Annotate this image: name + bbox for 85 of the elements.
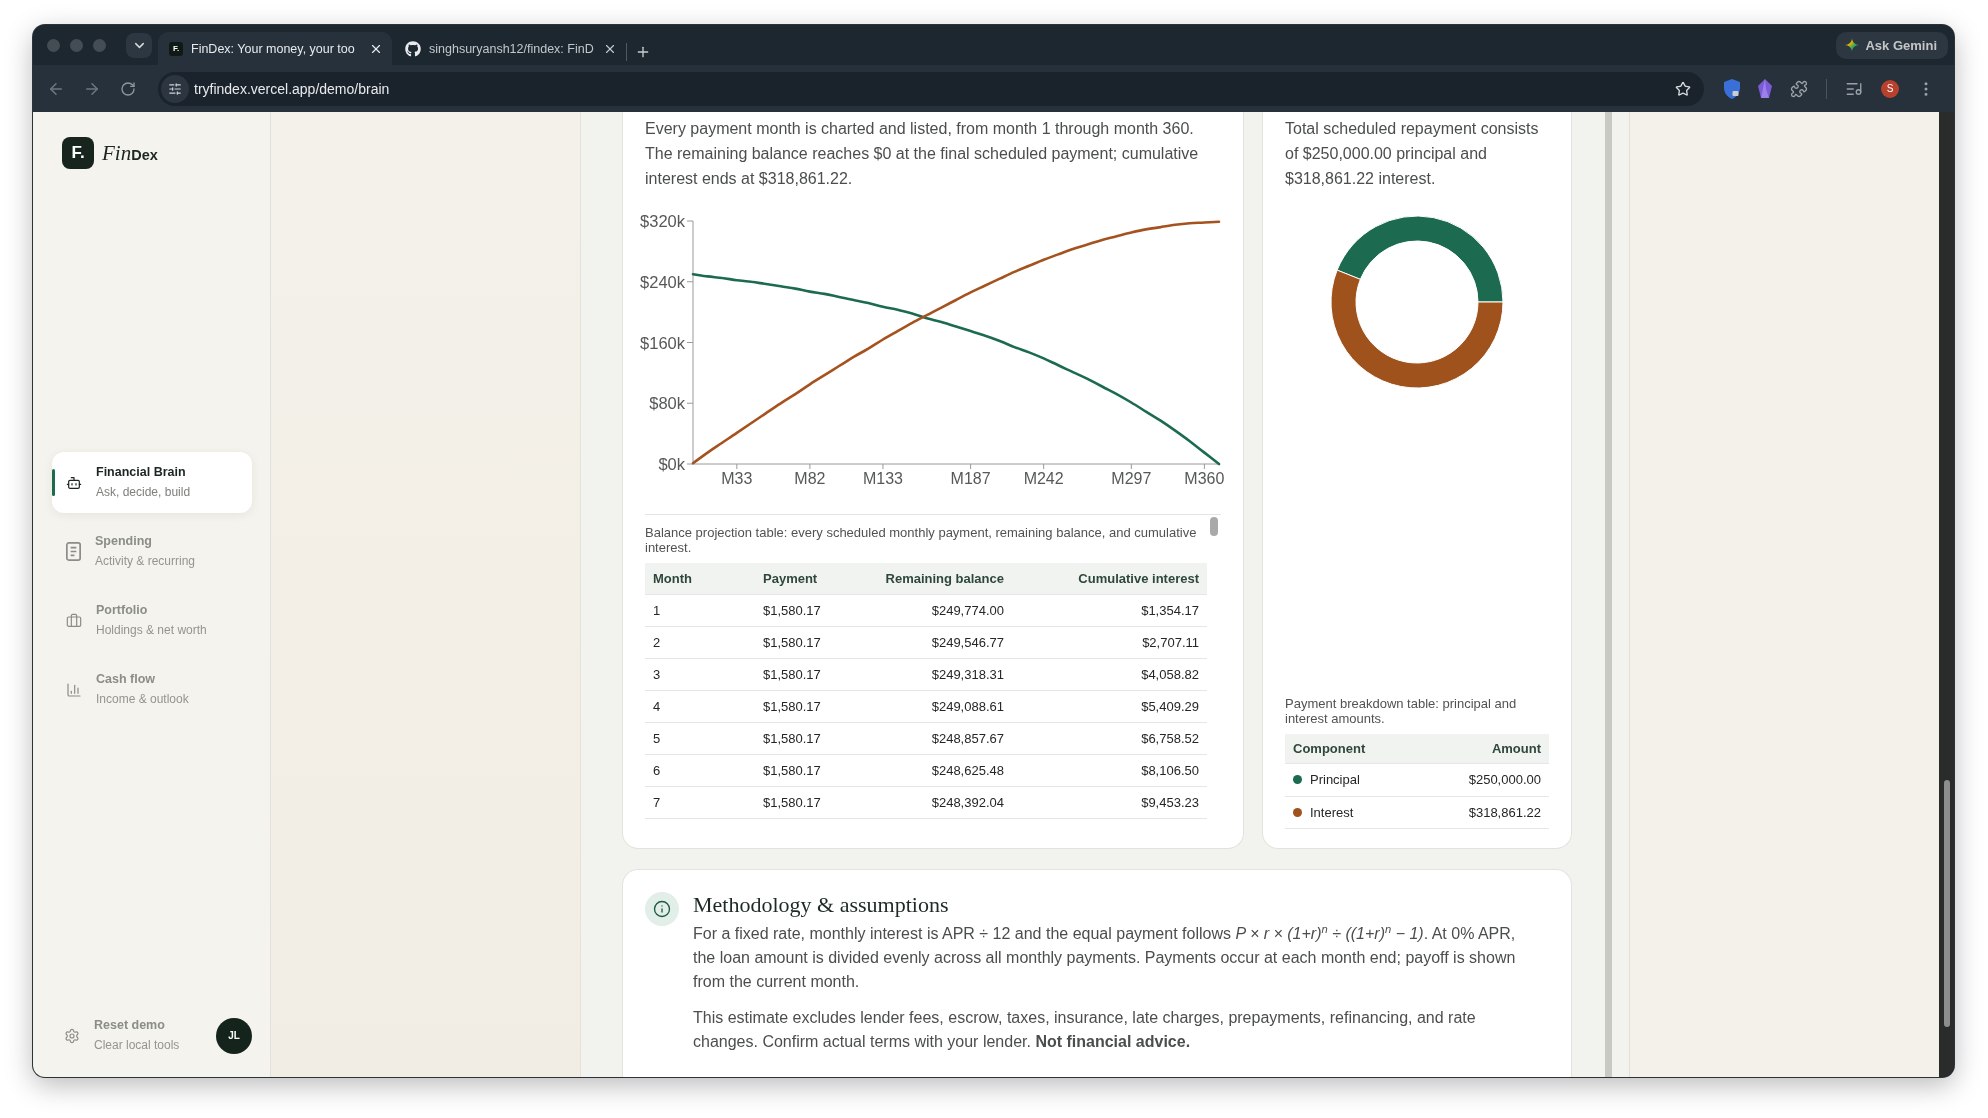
table-cell: $1,580.17 bbox=[755, 786, 860, 818]
table-cell: $250,000.00 bbox=[1417, 763, 1549, 796]
nav-item[interactable]: Financial Brain Ask, decide, build bbox=[52, 452, 252, 513]
table-cell: $248,392.04 bbox=[860, 786, 1012, 818]
axis-label: M187 bbox=[950, 470, 991, 487]
logo-mark: F. bbox=[62, 137, 94, 169]
info-icon bbox=[645, 892, 679, 926]
column-header: Cumulative interest bbox=[1012, 563, 1207, 594]
table-cell: $1,354.17 bbox=[1012, 594, 1207, 626]
shield-icon[interactable] bbox=[1724, 78, 1740, 99]
logo-wordmark: FinDex bbox=[102, 140, 158, 166]
table-cell: $249,318.31 bbox=[860, 658, 1012, 690]
table-cell: $1,580.17 bbox=[755, 594, 860, 626]
settings-icon bbox=[64, 1027, 80, 1044]
axis-label: $0k bbox=[658, 455, 685, 473]
component-label: Interest bbox=[1310, 804, 1354, 820]
column-header: Amount bbox=[1417, 733, 1549, 764]
site-info-icon[interactable] bbox=[161, 74, 189, 103]
tab-list-button[interactable] bbox=[126, 32, 152, 58]
table-cell: $1,580.17 bbox=[755, 690, 860, 722]
component-label: Principal bbox=[1310, 772, 1360, 788]
puzzle-icon[interactable] bbox=[1790, 79, 1808, 98]
gem-icon[interactable] bbox=[1758, 79, 1772, 98]
table-cell: $6,758.52 bbox=[1012, 722, 1207, 754]
table-cell: 1 bbox=[645, 594, 755, 626]
axis-label: M33 bbox=[721, 470, 753, 487]
document-icon bbox=[66, 542, 81, 561]
table-cell: $9,453.23 bbox=[1012, 786, 1207, 818]
table-cell: $4,058.82 bbox=[1012, 658, 1207, 690]
reload-icon[interactable] bbox=[120, 80, 136, 97]
axis-label: M133 bbox=[862, 470, 903, 487]
address-bar[interactable]: tryfindex.vercel.app/demo/brain bbox=[158, 71, 1704, 106]
axis-label: M82 bbox=[794, 470, 826, 487]
table-cell: $8,106.50 bbox=[1012, 754, 1207, 786]
axis-label: M360 bbox=[1184, 470, 1225, 487]
table-cell: $249,088.61 bbox=[860, 690, 1012, 722]
user-avatar[interactable]: JL bbox=[216, 1017, 252, 1054]
table-caption: Payment breakdown table: principal and interest amounts. bbox=[1285, 694, 1518, 726]
bar-chart-icon bbox=[66, 681, 82, 698]
table-cell: $1,580.17 bbox=[755, 626, 860, 658]
table-cell: 5 bbox=[645, 722, 755, 754]
table-cell: $1,580.17 bbox=[755, 754, 860, 786]
methodology-text: For a fixed rate, monthly interest is APR ÷ 12 and the equal payment follows P × r × (1+r)$^{n}$ ÷ ((1+r)$^{n}$ − 1). At 0% APR, the loan amount is divided evenly across all monthly payments. Payments occur at each month end; payoff is shown from the current month. bbox=[693, 922, 1517, 992]
scrollbar[interactable] bbox=[1605, 112, 1612, 1077]
table-cell: $318,861.22 bbox=[1417, 796, 1549, 829]
briefcase-icon bbox=[66, 612, 82, 629]
favicon: F. bbox=[169, 41, 183, 56]
table-cell: 2 bbox=[645, 626, 755, 658]
table-cell: 6 bbox=[645, 754, 755, 786]
browser-tab[interactable]: singhsuryansh12/findex: FinD bbox=[392, 32, 626, 65]
table-cell: $2,707.11 bbox=[1012, 626, 1207, 658]
profile-avatar[interactable]: S bbox=[1881, 79, 1899, 98]
scrollbar-thumb[interactable] bbox=[1210, 517, 1218, 536]
gemini-button[interactable]: Ask Gemini bbox=[1836, 31, 1948, 59]
axis-label: $240k bbox=[640, 272, 685, 291]
column-header: Component bbox=[1285, 733, 1417, 764]
axis-label: $160k bbox=[640, 333, 685, 352]
column-header: Month bbox=[645, 563, 755, 594]
table-cell: $248,857.67 bbox=[860, 722, 1012, 754]
column-header: Payment bbox=[755, 563, 860, 594]
browser-tab[interactable]: F. FinDex: Your money, your too bbox=[158, 32, 392, 65]
section-title: Methodology & assumptions bbox=[693, 892, 950, 918]
axis-label: M242 bbox=[1023, 470, 1064, 487]
column-header: Remaining balance bbox=[860, 563, 1012, 594]
axis-label: $80k bbox=[649, 394, 685, 413]
table-cell: $249,774.00 bbox=[860, 594, 1012, 626]
table-cell: 4 bbox=[645, 690, 755, 722]
sparkle-icon bbox=[1845, 38, 1860, 52]
scrollbar-thumb[interactable] bbox=[1944, 780, 1950, 1027]
axis-label: M297 bbox=[1111, 470, 1152, 487]
table-cell: $1,580.17 bbox=[755, 658, 860, 690]
robot-icon bbox=[66, 474, 82, 491]
table-cell: $249,546.77 bbox=[860, 626, 1012, 658]
table-cell: $248,625.48 bbox=[860, 754, 1012, 786]
chart-description: Every payment month is charted and listed, from month 1 through month 360. The remaining balance reaches $0 at the final scheduled payment; cumulative interest ends at $318,861.22. bbox=[645, 119, 1200, 189]
table-cell: $5,409.29 bbox=[1012, 690, 1207, 722]
table-cell: 3 bbox=[645, 658, 755, 690]
star-icon[interactable] bbox=[1675, 80, 1691, 97]
github-icon bbox=[405, 40, 421, 57]
table-cell: $1,580.17 bbox=[755, 722, 860, 754]
table-caption: Balance projection table: every scheduled monthly payment, remaining balance, and cumulative interest. bbox=[645, 524, 1198, 555]
methodology-text: This estimate excludes lender fees, escrow, taxes, insurance, late charges, prepayments, refinancing, and rate changes. Confirm actual terms with your lender. Not financial advice. bbox=[693, 1008, 1477, 1052]
table-cell: 7 bbox=[645, 786, 755, 818]
chart-description: Total scheduled repayment consists of $250,000.00 principal and $318,861.22 interest. bbox=[1285, 119, 1540, 189]
axis-label: $320k bbox=[640, 212, 685, 230]
